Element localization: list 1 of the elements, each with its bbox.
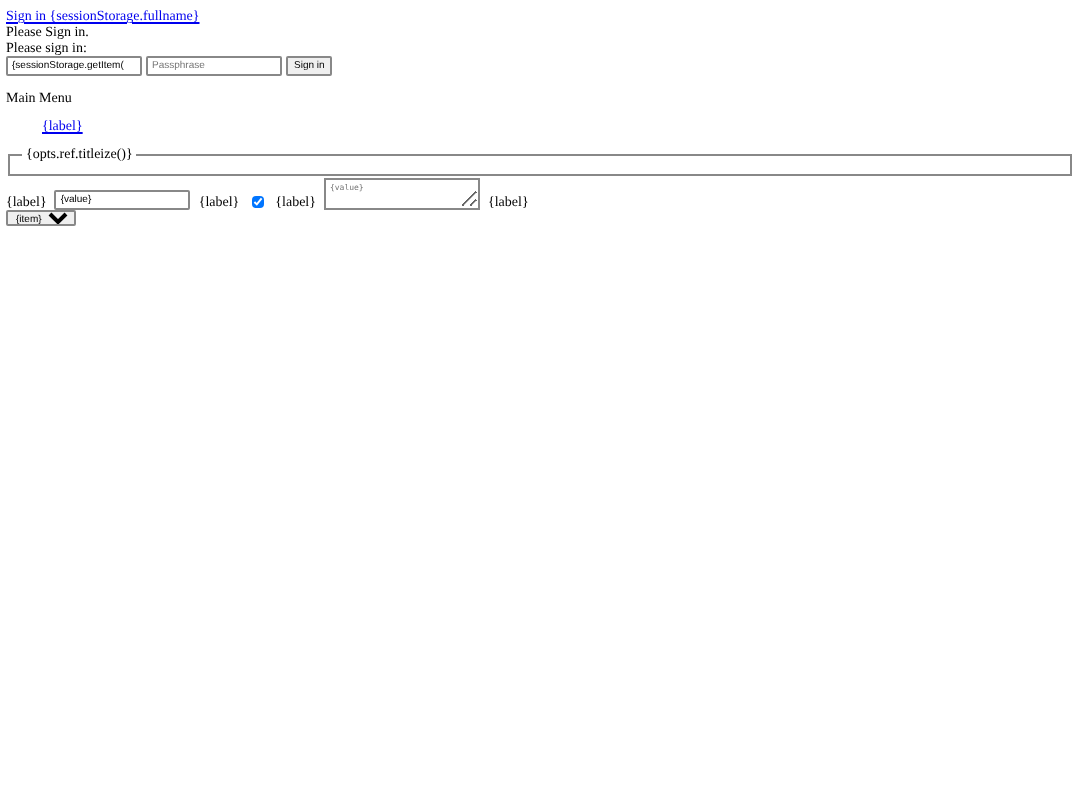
checkbox[interactable] xyxy=(251,196,264,208)
